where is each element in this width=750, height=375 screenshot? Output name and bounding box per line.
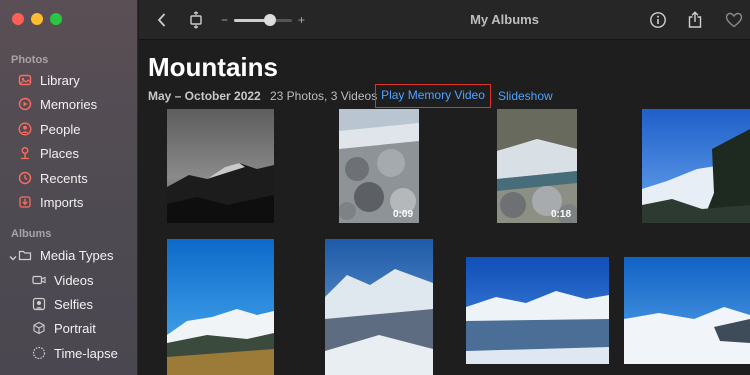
- album-title: Mountains: [148, 52, 278, 82]
- glacier-lake-photo: [466, 257, 609, 364]
- glacier-river-photo: [497, 109, 577, 223]
- share-button[interactable]: [685, 10, 705, 30]
- zoom-control: − +: [221, 13, 305, 27]
- clock-icon: [18, 171, 32, 185]
- sidebar-item-library[interactable]: Library: [18, 70, 80, 90]
- sidebar-item-label: People: [40, 121, 81, 137]
- folder-icon: [18, 248, 32, 262]
- album-counts: 23 Photos, 3 Videos: [270, 89, 378, 103]
- favorite-button[interactable]: [724, 10, 744, 30]
- sidebar-item-label: Library: [40, 72, 80, 88]
- photo-thumbnail[interactable]: [167, 239, 274, 375]
- photo-thumbnail[interactable]: [167, 109, 274, 223]
- sidebar-item-label: Recents: [40, 170, 88, 186]
- sidebar-item-label: Memories: [40, 96, 98, 112]
- slideshow-button[interactable]: Slideshow: [498, 89, 553, 103]
- video-duration: 0:09: [392, 209, 413, 220]
- crop-aspect-button[interactable]: [186, 10, 206, 30]
- photo-thumbnail[interactable]: [642, 109, 750, 223]
- video-thumbnail[interactable]: 0:09: [339, 109, 419, 223]
- chevron-down-icon[interactable]: [8, 250, 18, 268]
- photo-thumbnail[interactable]: [325, 239, 433, 375]
- sidebar-item-label: Places: [40, 145, 80, 161]
- aspect-ratio-icon: [190, 11, 202, 29]
- sidebar-item-label: Media Types: [40, 247, 114, 263]
- portrait-cube-icon: [32, 321, 46, 335]
- sidebar-item-selfies[interactable]: Selfies: [32, 294, 93, 314]
- minimize-window-button[interactable]: [31, 13, 43, 25]
- sidebar-item-label: Portrait: [54, 320, 96, 336]
- window-controls: [12, 13, 62, 25]
- video-icon: [32, 273, 46, 287]
- sidebar-item-label: Imports: [40, 194, 84, 210]
- info-button[interactable]: [648, 10, 668, 30]
- video-thumbnail[interactable]: 0:18: [497, 109, 577, 223]
- video-duration: 0:18: [550, 209, 571, 220]
- mountain-photo-bw: [167, 109, 274, 223]
- sidebar-item-memories[interactable]: Memories: [18, 94, 97, 114]
- chevron-left-icon: [157, 13, 166, 27]
- photo-library-icon: [18, 73, 32, 87]
- zoom-out-label[interactable]: −: [221, 13, 228, 27]
- zoom-window-button[interactable]: [50, 13, 62, 25]
- sidebar-item-portrait[interactable]: Portrait: [32, 318, 96, 338]
- mountain-slope-photo: [325, 239, 433, 375]
- person-icon: [18, 122, 32, 136]
- toolbar: My Albums − +: [139, 0, 750, 40]
- sidebar-item-imports[interactable]: Imports: [18, 192, 83, 212]
- zoom-in-label[interactable]: +: [298, 13, 305, 27]
- snowy-peak-photo: [642, 109, 750, 223]
- timelapse-icon: [32, 346, 46, 360]
- snowfield-photo: [624, 257, 750, 364]
- sidebar-item-label: Time-lapse: [54, 345, 118, 361]
- back-button[interactable]: [152, 10, 172, 30]
- info-icon: [650, 12, 666, 28]
- album-date-range: May – October 2022: [148, 89, 261, 103]
- play-memory-video-button[interactable]: Play Memory Video: [375, 84, 491, 108]
- selfie-icon: [32, 297, 46, 311]
- sidebar-item-recents[interactable]: Recents: [18, 168, 88, 188]
- map-pin-icon: [18, 146, 32, 160]
- sidebar-section-photos: Photos: [11, 54, 49, 66]
- share-icon: [688, 11, 702, 28]
- sidebar-section-albums: Albums: [11, 228, 52, 240]
- import-icon: [18, 195, 32, 209]
- sidebar-item-label: Videos: [54, 272, 94, 288]
- memories-icon: [18, 97, 32, 111]
- rocky-valley-photo: [339, 109, 419, 223]
- zoom-slider-knob[interactable]: [263, 13, 276, 26]
- sidebar-item-places[interactable]: Places: [18, 143, 79, 163]
- sidebar-item-label: Selfies: [54, 296, 94, 312]
- sidebar-item-timelapse[interactable]: Time-lapse: [32, 343, 118, 363]
- close-window-button[interactable]: [12, 13, 24, 25]
- sidebar-item-videos[interactable]: Videos: [32, 270, 94, 290]
- sidebar-item-people[interactable]: People: [18, 119, 80, 139]
- zoom-slider[interactable]: [234, 13, 293, 26]
- sidebar-item-media-types[interactable]: Media Types: [18, 245, 113, 265]
- photo-thumbnail[interactable]: [624, 257, 750, 364]
- alpine-meadow-photo: [167, 239, 274, 375]
- heart-icon: [725, 12, 743, 28]
- photo-thumbnail[interactable]: [466, 257, 609, 364]
- sidebar: Photos Library Memories People Places Re…: [0, 0, 138, 375]
